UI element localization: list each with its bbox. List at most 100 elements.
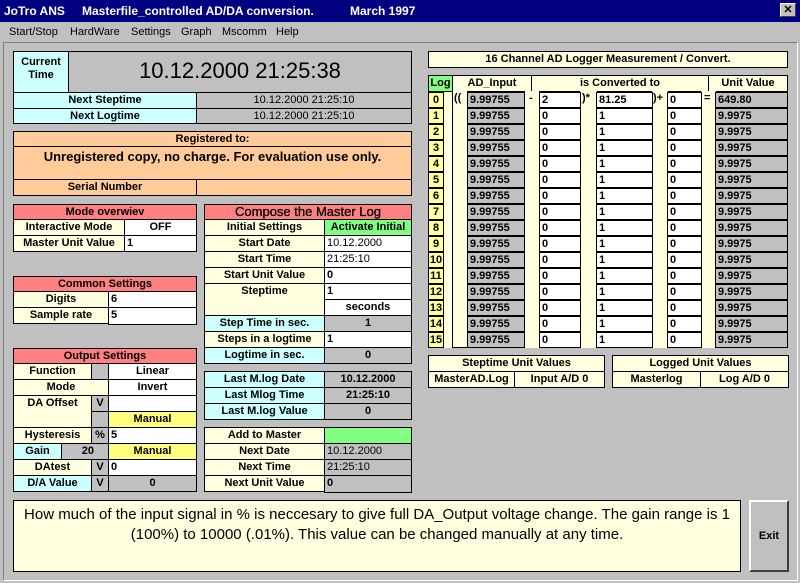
add-to-master-button[interactable] (324, 427, 412, 444)
row-subtract-input[interactable]: 0 (539, 188, 581, 204)
steps-in-logtime-input[interactable]: 1 (324, 331, 412, 348)
op-equals: = (704, 92, 711, 104)
row-multiply-input[interactable]: 1 (596, 284, 653, 300)
row-add-input[interactable]: 0 (667, 204, 702, 220)
row-ad-input: 9.99755 (467, 332, 525, 348)
da-offset-input[interactable] (108, 395, 197, 412)
row-multiply-input[interactable]: 1 (596, 268, 653, 284)
row-subtract-input[interactable]: 2 (539, 92, 581, 108)
row-subtract-input[interactable]: 0 (539, 140, 581, 156)
row-multiply-input[interactable]: 1 (596, 172, 653, 188)
row-subtract-input[interactable]: 0 (539, 220, 581, 236)
row-add-input[interactable]: 0 (667, 284, 702, 300)
da-offset-manual-button[interactable]: Manual (108, 411, 197, 428)
menu-help[interactable]: Help (276, 22, 299, 42)
row-subtract-input[interactable]: 0 (539, 332, 581, 348)
interactive-mode-value[interactable]: OFF (124, 219, 197, 236)
row-multiply-input[interactable]: 1 (596, 140, 653, 156)
last-mlog-value-value: 0 (324, 403, 412, 420)
row-add-input[interactable]: 0 (667, 108, 702, 124)
close-icon[interactable]: ✕ (780, 3, 796, 17)
row-channel-label: 14 (428, 316, 444, 332)
row-add-input[interactable]: 0 (667, 268, 702, 284)
hysteresis-input[interactable]: 5 (108, 427, 197, 444)
menu-mscomm[interactable]: Mscomm (222, 22, 267, 42)
op-open-paren: (( (454, 92, 462, 104)
row-subtract-input[interactable]: 0 (539, 300, 581, 316)
da-value-label: D/A Value (13, 475, 92, 492)
menu-hardware[interactable]: HardWare (70, 22, 120, 42)
sample-rate-label: Sample rate (13, 307, 109, 324)
activate-initial-button[interactable]: Activate Initial (324, 219, 412, 236)
row-add-input[interactable]: 0 (667, 252, 702, 268)
row-multiply-input[interactable]: 1 (596, 108, 653, 124)
row-subtract-input[interactable]: 0 (539, 252, 581, 268)
row-add-input[interactable]: 0 (667, 140, 702, 156)
da-offset-spacer (91, 411, 109, 428)
row-unit-value: 9.9975 (715, 156, 788, 172)
master-unit-value-input[interactable]: 1 (124, 235, 197, 252)
next-logtime-value: 10.12.2000 21:25:10 (196, 108, 412, 124)
row-add-input[interactable]: 0 (667, 332, 702, 348)
row-add-input[interactable]: 0 (667, 92, 702, 108)
row-subtract-input[interactable]: 0 (539, 124, 581, 140)
row-add-input[interactable]: 0 (667, 220, 702, 236)
op-plus: )+ (653, 92, 664, 104)
row-ad-input: 9.99755 (467, 220, 525, 236)
function-value[interactable]: Linear (108, 363, 197, 380)
row-ad-input: 9.99755 (467, 236, 525, 252)
row-add-input[interactable]: 0 (667, 124, 702, 140)
row-multiply-input[interactable]: 1 (596, 220, 653, 236)
row-subtract-input[interactable]: 0 (539, 316, 581, 332)
log-ad-label: Log A/D 0 (700, 371, 789, 388)
row-multiply-input[interactable]: 1 (596, 332, 653, 348)
menu-graph[interactable]: Graph (181, 22, 212, 42)
row-add-input[interactable]: 0 (667, 300, 702, 316)
row-channel-label: 4 (428, 156, 444, 172)
sample-rate-input[interactable]: 5 (108, 307, 197, 325)
row-subtract-input[interactable]: 0 (539, 284, 581, 300)
start-time-input[interactable]: 21:25:10 (324, 251, 412, 268)
row-multiply-input[interactable]: 1 (596, 124, 653, 140)
row-multiply-input[interactable]: 1 (596, 252, 653, 268)
steptime-input[interactable]: 1 (324, 283, 412, 300)
exit-button[interactable]: Exit (749, 500, 789, 572)
row-subtract-input[interactable]: 0 (539, 236, 581, 252)
row-add-input[interactable]: 0 (667, 172, 702, 188)
row-multiply-input[interactable]: 1 (596, 188, 653, 204)
row-subtract-input[interactable]: 0 (539, 156, 581, 172)
row-multiply-input[interactable]: 1 (596, 204, 653, 220)
row-subtract-input[interactable]: 0 (539, 108, 581, 124)
steptime-unit-select[interactable]: seconds (324, 299, 412, 316)
step-time-sec-label: Step Time in sec. (204, 315, 325, 332)
row-multiply-input[interactable]: 81.25 (596, 92, 653, 108)
row-subtract-input[interactable]: 0 (539, 172, 581, 188)
row-add-input[interactable]: 0 (667, 188, 702, 204)
row-subtract-input[interactable]: 0 (539, 204, 581, 220)
row-add-input[interactable]: 0 (667, 156, 702, 172)
menu-settings[interactable]: Settings (131, 22, 171, 42)
last-mlog-date-label: Last M.log Date (204, 371, 325, 388)
start-unit-value-input[interactable]: 0 (324, 267, 412, 284)
row-multiply-input[interactable]: 1 (596, 156, 653, 172)
digits-input[interactable]: 6 (108, 291, 197, 308)
mode-value[interactable]: Invert (108, 379, 197, 396)
row-subtract-input[interactable]: 0 (539, 268, 581, 284)
row-channel-label: 12 (428, 284, 444, 300)
start-time-label: Start Time (204, 251, 325, 268)
row-add-input[interactable]: 0 (667, 236, 702, 252)
steptime-unit-values-header: Steptime Unit Values (428, 355, 605, 372)
datest-input[interactable]: 0 (108, 459, 197, 476)
steps-in-logtime-label: Steps in a logtime (204, 331, 325, 348)
row-multiply-input[interactable]: 1 (596, 236, 653, 252)
start-date-input[interactable]: 10.12.2000 (324, 235, 412, 252)
row-multiply-input[interactable]: 1 (596, 300, 653, 316)
row-add-input[interactable]: 0 (667, 316, 702, 332)
col-plus (652, 91, 668, 348)
row-channel-label: 10 (428, 252, 444, 268)
row-multiply-input[interactable]: 1 (596, 316, 653, 332)
row-unit-value: 9.9975 (715, 268, 788, 284)
gain-manual-button[interactable]: Manual (108, 443, 197, 460)
next-date-label: Next Date (204, 443, 325, 460)
menu-start-stop[interactable]: Start/Stop (9, 22, 58, 42)
